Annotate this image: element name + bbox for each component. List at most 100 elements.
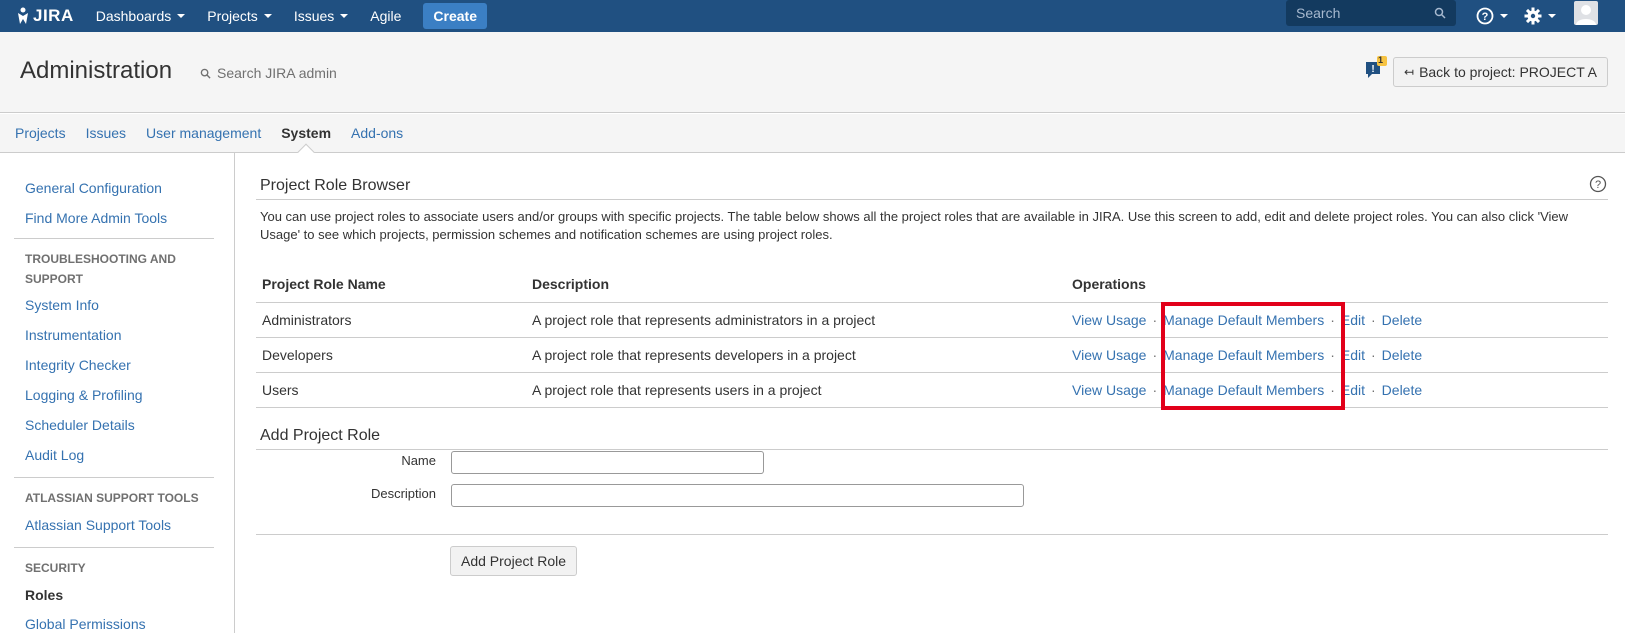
- sidebar-item-general-configuration[interactable]: General Configuration: [25, 180, 162, 196]
- intro-text: You can use project roles to associate u…: [260, 209, 1569, 242]
- jira-logo-icon: [18, 7, 28, 24]
- back-arrow-icon: ↤: [1404, 65, 1415, 79]
- gear-icon: [1524, 7, 1542, 25]
- feedback-icon: !: [1366, 56, 1387, 78]
- page-help-button[interactable]: ?: [1589, 175, 1607, 196]
- page-title: Administration: [20, 57, 173, 84]
- project-roles-table: Project Role Name Description Operations…: [256, 267, 1608, 408]
- admin-search-input[interactable]: Search JIRA admin: [200, 65, 337, 81]
- sidebar-item-logging-profiling[interactable]: Logging & Profiling: [25, 387, 143, 403]
- view-usage-link[interactable]: View Usage: [1072, 312, 1146, 328]
- admin-sidebar: General Configuration Find More Admin To…: [0, 153, 235, 633]
- column-header-operations: Operations: [1066, 267, 1608, 303]
- feedback-badge: 1: [1378, 55, 1384, 65]
- sidebar-item-find-more-admin-tools[interactable]: Find More Admin Tools: [25, 210, 167, 226]
- svg-text:?: ?: [1595, 179, 1601, 191]
- column-header-name: Project Role Name: [256, 267, 526, 303]
- search-icon: [1434, 7, 1446, 19]
- chevron-down-icon: [263, 14, 272, 18]
- help-icon: ?: [1589, 175, 1607, 193]
- role-operations: View Usage · Manage Default Members · Edit · D…: [1066, 337, 1608, 373]
- sidebar-heading-atlassian-support-tools: ATLASSIAN SUPPORT TOOLS: [25, 491, 199, 505]
- form-divider: [256, 534, 1608, 535]
- role-operations: View Usage · Manage Default Members · Edit · D…: [1066, 302, 1608, 338]
- delete-link[interactable]: Delete: [1382, 312, 1422, 328]
- search-icon: [200, 68, 211, 79]
- description-label: Description: [370, 486, 436, 501]
- admin-tabs: Projects Issues User management System A…: [0, 114, 1625, 153]
- role-description: A project role that represents developer…: [526, 337, 1066, 373]
- sidebar-divider: [14, 477, 214, 478]
- manage-default-members-link[interactable]: Manage Default Members: [1163, 382, 1324, 398]
- delete-link[interactable]: Delete: [1382, 382, 1422, 398]
- chevron-down-icon: [177, 14, 186, 18]
- admin-search-placeholder: Search JIRA admin: [217, 65, 337, 81]
- table-row: Administrators A project role that repre…: [256, 302, 1608, 338]
- sidebar-divider: [14, 547, 214, 548]
- role-name: Administrators: [256, 302, 526, 338]
- edit-link[interactable]: Edit: [1341, 347, 1365, 363]
- logo-text: JIRA: [33, 6, 74, 25]
- view-usage-link[interactable]: View Usage: [1072, 347, 1146, 363]
- sidebar-item-system-info[interactable]: System Info: [25, 297, 99, 313]
- help-menu[interactable]: ?: [1476, 4, 1508, 28]
- name-label: Name: [401, 453, 436, 468]
- table-row: Users A project role that represents use…: [256, 372, 1608, 408]
- edit-link[interactable]: Edit: [1341, 382, 1365, 398]
- title-divider: [256, 199, 1608, 200]
- sidebar-item-scheduler-details[interactable]: Scheduler Details: [25, 417, 135, 433]
- nav-projects[interactable]: Projects: [207, 8, 272, 24]
- nav-dashboards[interactable]: Dashboards: [96, 8, 186, 24]
- table-header-row: Project Role Name Description Operations: [256, 267, 1608, 303]
- manage-default-members-link[interactable]: Manage Default Members: [1163, 347, 1324, 363]
- svg-text:!: !: [1371, 64, 1374, 75]
- name-field[interactable]: [451, 451, 764, 474]
- sidebar-heading-troubleshooting: TROUBLESHOOTING AND SUPPORT: [25, 252, 176, 286]
- sidebar-divider: [14, 238, 214, 239]
- chevron-down-icon: [1548, 14, 1556, 18]
- manage-default-members-link[interactable]: Manage Default Members: [1163, 312, 1324, 328]
- back-to-project-button[interactable]: ↤ Back to project: PROJECT A: [1393, 57, 1608, 87]
- sidebar-item-atlassian-support-tools[interactable]: Atlassian Support Tools: [25, 517, 171, 533]
- quick-search-placeholder: Search: [1296, 5, 1341, 21]
- create-button[interactable]: Create: [423, 3, 488, 29]
- avatar[interactable]: [1574, 1, 1598, 25]
- chevron-down-icon: [340, 14, 349, 18]
- view-usage-link[interactable]: View Usage: [1072, 382, 1146, 398]
- sidebar-item-integrity-checker[interactable]: Integrity Checker: [25, 357, 131, 373]
- svg-text:?: ?: [1482, 11, 1489, 23]
- sidebar-item-audit-log[interactable]: Audit Log: [25, 447, 84, 463]
- sidebar-heading-security: SECURITY: [25, 561, 86, 575]
- sidebar-item-global-permissions[interactable]: Global Permissions: [25, 616, 146, 632]
- admin-header: Administration Search JIRA admin ! 1 ↤ B…: [0, 32, 1625, 113]
- role-name: Developers: [256, 337, 526, 373]
- feedback-button[interactable]: ! 1: [1365, 55, 1387, 83]
- tab-issues[interactable]: Issues: [86, 125, 126, 141]
- table-row: Developers A project role that represent…: [256, 337, 1608, 373]
- edit-link[interactable]: Edit: [1341, 312, 1365, 328]
- user-avatar-icon: [1576, 5, 1596, 25]
- description-field[interactable]: [451, 484, 1024, 507]
- add-project-role-button[interactable]: Add Project Role: [450, 546, 578, 576]
- add-project-role-title: Add Project Role: [260, 427, 381, 444]
- role-name: Users: [256, 372, 526, 408]
- help-icon: ?: [1476, 7, 1494, 25]
- nav-issues[interactable]: Issues: [294, 8, 349, 24]
- role-description: A project role that represents administr…: [526, 302, 1066, 338]
- quick-search-input[interactable]: Search: [1286, 0, 1456, 26]
- role-description: A project role that represents users in …: [526, 372, 1066, 408]
- role-operations: View Usage · Manage Default Members · Edit · D…: [1066, 372, 1608, 408]
- settings-menu[interactable]: [1524, 4, 1556, 28]
- tab-projects[interactable]: Projects: [15, 125, 66, 141]
- tab-add-ons[interactable]: Add-ons: [351, 125, 403, 141]
- nav-agile[interactable]: Agile: [370, 8, 401, 24]
- column-header-description: Description: [526, 267, 1066, 303]
- add-form-divider: [256, 449, 1608, 450]
- sidebar-item-roles[interactable]: Roles: [25, 587, 63, 603]
- sidebar-item-instrumentation[interactable]: Instrumentation: [25, 327, 122, 343]
- delete-link[interactable]: Delete: [1382, 347, 1422, 363]
- top-navigation-bar: JIRA Dashboards Projects Issues Agile Cr…: [0, 0, 1625, 32]
- tab-system[interactable]: System: [281, 125, 331, 141]
- jira-logo[interactable]: JIRA: [16, 6, 74, 26]
- tab-user-management[interactable]: User management: [146, 125, 261, 141]
